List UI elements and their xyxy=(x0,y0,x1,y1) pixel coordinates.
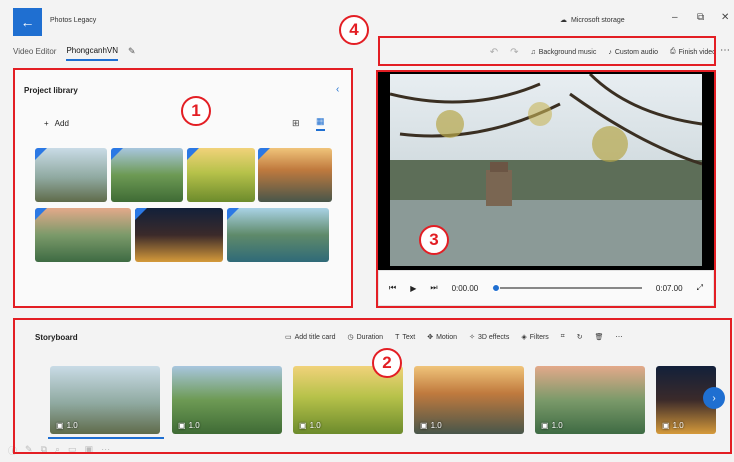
callout-number: 1 xyxy=(181,96,211,126)
cloud-icon: ☁ xyxy=(560,17,567,24)
callout-number: 2 xyxy=(372,348,402,378)
minimize-button[interactable]: – xyxy=(672,12,678,23)
pencil-icon[interactable]: ✎ xyxy=(128,46,136,57)
close-button[interactable]: ✕ xyxy=(721,12,729,23)
maximize-button[interactable]: ⧉ xyxy=(697,12,704,23)
more-options-icon[interactable]: ⋯ xyxy=(720,45,730,56)
breadcrumb-video-editor[interactable]: Video Editor xyxy=(13,47,56,56)
callout-number: 3 xyxy=(419,225,449,255)
callout-box-2 xyxy=(13,318,732,454)
breadcrumb: Video Editor PhongcanhVN ✎ xyxy=(13,40,136,62)
back-arrow-icon: ← xyxy=(20,14,35,30)
app-title: Photos Legacy xyxy=(50,17,97,24)
back-button[interactable]: ← xyxy=(13,8,42,36)
callout-box-3 xyxy=(376,70,716,308)
storage-status[interactable]: ☁ Microsoft storage xyxy=(560,16,625,25)
breadcrumb-project[interactable]: PhongcanhVN xyxy=(66,46,119,61)
storage-label: Microsoft storage xyxy=(571,16,625,24)
callout-number: 4 xyxy=(339,15,369,45)
callout-box-4 xyxy=(378,36,716,66)
